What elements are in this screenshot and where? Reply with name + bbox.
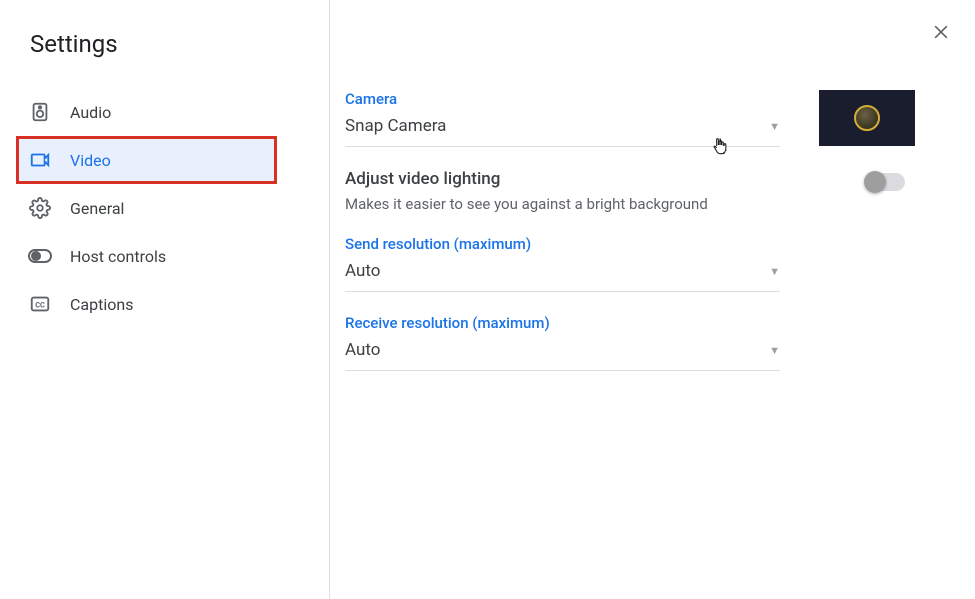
receive-resolution-dropdown[interactable]: Auto ▼ — [345, 340, 780, 371]
avatar-icon — [854, 105, 880, 131]
sidebar-item-label: Video — [70, 151, 111, 170]
settings-title: Settings — [0, 30, 329, 88]
send-resolution-label: Send resolution (maximum) — [345, 235, 945, 253]
sidebar-item-captions[interactable]: CC Captions — [0, 280, 289, 328]
chevron-down-icon: ▼ — [769, 120, 780, 133]
chevron-down-icon: ▼ — [769, 265, 780, 278]
gear-icon — [28, 196, 52, 220]
sidebar-item-label: Host controls — [70, 247, 166, 266]
sidebar: Settings Audio Video General — [0, 0, 330, 599]
send-resolution-value: Auto — [345, 261, 380, 281]
close-icon — [931, 22, 951, 46]
sidebar-item-general[interactable]: General — [0, 184, 289, 232]
camera-value: Snap Camera — [345, 116, 446, 136]
sidebar-item-label: Audio — [70, 103, 111, 122]
toggle-icon — [28, 244, 52, 268]
captions-icon: CC — [28, 292, 52, 316]
chevron-down-icon: ▼ — [769, 344, 780, 357]
speaker-icon — [28, 100, 52, 124]
send-resolution-dropdown[interactable]: Auto ▼ — [345, 261, 780, 292]
lighting-subtitle: Makes it easier to see you against a bri… — [345, 195, 708, 213]
sidebar-item-label: General — [70, 199, 124, 218]
lighting-toggle[interactable] — [865, 173, 905, 191]
sidebar-item-video[interactable]: Video — [16, 136, 277, 184]
camera-dropdown[interactable]: Snap Camera ▼ — [345, 116, 780, 147]
sidebar-item-host-controls[interactable]: Host controls — [0, 232, 289, 280]
videocam-icon — [28, 148, 52, 172]
close-button[interactable] — [927, 20, 955, 48]
receive-resolution-value: Auto — [345, 340, 380, 360]
sidebar-item-label: Captions — [70, 295, 133, 314]
toggle-knob — [864, 171, 886, 193]
receive-resolution-label: Receive resolution (maximum) — [345, 314, 945, 332]
svg-text:CC: CC — [35, 301, 45, 310]
camera-preview — [819, 90, 915, 146]
settings-panel: Camera Snap Camera ▼ Adjust video lighti… — [330, 0, 975, 599]
sidebar-item-audio[interactable]: Audio — [0, 88, 289, 136]
lighting-title: Adjust video lighting — [345, 169, 708, 189]
